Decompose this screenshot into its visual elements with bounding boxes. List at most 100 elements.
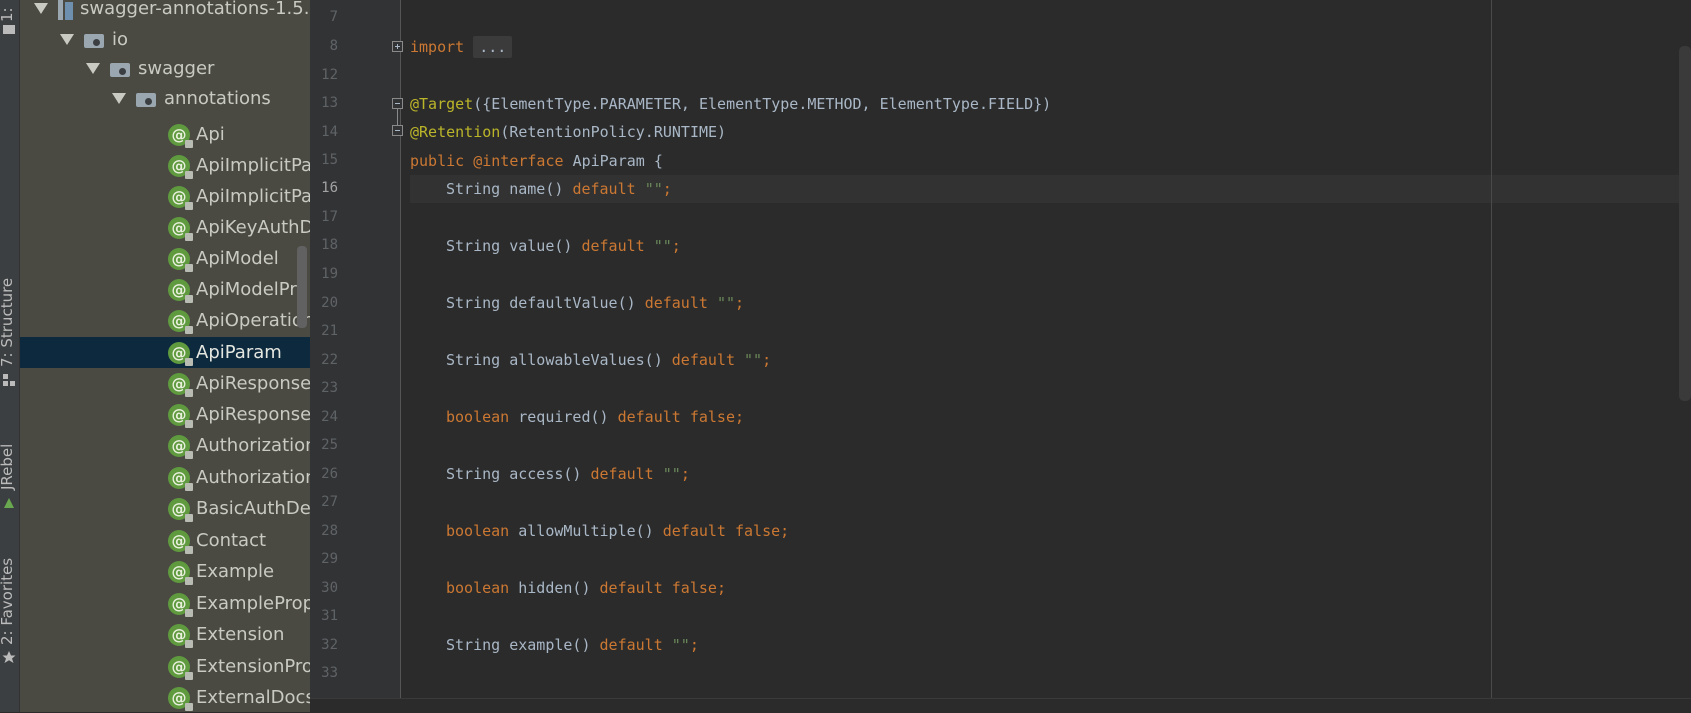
line-number: 8 [329, 38, 338, 54]
tree-item[interactable]: @ Contact [20, 525, 310, 556]
line-number: 31 [321, 608, 338, 624]
tree-item[interactable]: @ ApiImplicitPa [20, 181, 310, 212]
tree-item[interactable]: @ Authorization [20, 462, 310, 493]
line-number: 26 [321, 466, 338, 482]
tree-item[interactable]: @ ApiModelPro [20, 274, 310, 305]
jrebel-tool-label: JRebel [0, 443, 16, 490]
line-number: 12 [321, 67, 338, 83]
line-number: 27 [321, 494, 338, 510]
annotation-icon: @ [168, 497, 193, 522]
annotation-icon: @ [168, 216, 193, 241]
code-editor[interactable]: 7 8 12 13 14 15 16 17 18 19 20 21 22 23 … [310, 0, 1691, 712]
annotation-icon: @ [168, 686, 193, 711]
line-number: 22 [321, 352, 338, 368]
tree-item[interactable]: @ ApiImplicitPa [20, 150, 310, 181]
structure-tool-label: 7: Structure [0, 277, 16, 367]
folded-imports[interactable]: ... [473, 36, 513, 58]
tree-node-label: annotations [164, 88, 271, 109]
line-number: 33 [321, 665, 338, 681]
tree-item[interactable]: @ Extension [20, 619, 310, 650]
expand-arrow-icon[interactable] [86, 63, 100, 74]
code-line: boolean hidden() default false; [446, 579, 726, 597]
tree-node-library[interactable]: swagger-annotations-1.5. [20, 0, 310, 24]
tree-item[interactable]: @ ApiResponse [20, 368, 310, 399]
tree-item[interactable]: @ ApiOperation [20, 305, 310, 336]
tree-item[interactable]: @ ExampleProp [20, 588, 310, 619]
tree-item[interactable]: @ ExternalDocs [20, 682, 310, 712]
jrebel-icon [4, 498, 14, 508]
tool-window-strip: 1: 7: Structure JRebel 2: Favorites [0, 0, 20, 712]
editor-bottom-edge [310, 698, 1691, 713]
line-number: 19 [321, 266, 338, 282]
tree-item-selected[interactable]: @ ApiParam [20, 337, 310, 368]
favorites-tool-button[interactable]: 2: Favorites [0, 540, 19, 670]
annotation-icon: @ [168, 434, 193, 459]
annotation-icon: @ [168, 372, 193, 397]
package-icon [110, 60, 132, 78]
code-line: boolean required() default false; [446, 408, 745, 426]
tree-node-label: io [112, 29, 129, 50]
package-icon [136, 90, 158, 108]
annotation-icon: @ [168, 278, 193, 303]
annotation-icon: @ [168, 466, 193, 491]
tree-item[interactable]: @ ApiKeyAuthD [20, 212, 310, 243]
tree-item[interactable]: @ Authorization [20, 430, 310, 461]
line-number: 25 [321, 437, 338, 453]
fold-collapse-icon[interactable] [392, 125, 403, 136]
tree-node-annotations[interactable]: annotations [20, 83, 310, 114]
expand-arrow-icon[interactable] [34, 3, 48, 14]
tree-scrollbar[interactable] [297, 246, 307, 328]
star-icon [2, 651, 16, 663]
code-line: String example() default ""; [446, 636, 699, 654]
code-line-current: String name() default ""; [410, 175, 1691, 203]
code-line: @Retention(RetentionPolicy.RUNTIME) [410, 123, 727, 141]
right-margin-guide [1491, 0, 1492, 712]
code-line: String value() default ""; [446, 237, 681, 255]
editor-gutter[interactable]: 7 8 12 13 14 15 16 17 18 19 20 21 22 23 … [310, 0, 403, 712]
code-line: @Target({ElementType.PARAMETER, ElementT… [410, 95, 1052, 113]
line-number: 13 [321, 95, 338, 111]
line-number: 17 [321, 209, 338, 225]
fold-collapse-icon[interactable] [392, 98, 403, 109]
annotation-icon: @ [168, 123, 193, 148]
tree-item[interactable]: @ Api [20, 119, 310, 150]
code-line: public @interface ApiParam { [410, 152, 663, 170]
jrebel-tool-button[interactable]: JRebel [0, 410, 19, 510]
annotation-icon: @ [168, 309, 193, 334]
line-number: 20 [321, 295, 338, 311]
code-line: String access() default ""; [446, 465, 690, 483]
tree-item[interactable]: @ ApiModel [20, 243, 310, 274]
annotation-icon: @ [168, 592, 193, 617]
tree-item[interactable]: @ ApiResponses [20, 399, 310, 430]
editor-scrollbar[interactable] [1679, 46, 1691, 401]
tree-node-swagger[interactable]: swagger [20, 53, 310, 84]
line-number-current: 16 [321, 180, 338, 196]
project-tool-button[interactable]: 1: [0, 0, 19, 36]
fold-guide [397, 109, 398, 125]
code-line: String defaultValue() default ""; [446, 294, 745, 312]
line-number: 14 [321, 124, 338, 140]
annotation-icon: @ [168, 403, 193, 428]
code-line: import ... [410, 33, 1691, 61]
expand-arrow-icon[interactable] [60, 34, 74, 45]
annotation-icon: @ [168, 655, 193, 680]
tree-item[interactable]: @ExtensionProp [20, 651, 310, 682]
code-area[interactable]: import ... @Target({ElementType.PARAMETE… [410, 0, 1691, 712]
code-line: boolean allowMultiple() default false; [446, 522, 790, 540]
fold-expand-icon[interactable] [392, 41, 403, 52]
package-icon [84, 31, 106, 49]
annotation-icon: @ [168, 185, 193, 210]
line-number: 29 [321, 551, 338, 567]
tree-node-io[interactable]: io [20, 24, 310, 55]
annotation-icon: @ [168, 529, 193, 554]
expand-arrow-icon[interactable] [112, 93, 126, 104]
code-line: String allowableValues() default ""; [446, 351, 772, 369]
project-tree[interactable]: swagger-annotations-1.5. io swagger anno… [20, 0, 310, 712]
tree-item[interactable]: @ BasicAuthDef [20, 493, 310, 524]
structure-tool-button[interactable]: 7: Structure [0, 270, 19, 390]
annotation-icon: @ [168, 154, 193, 179]
tree-item[interactable]: @ Example [20, 556, 310, 587]
line-number: 32 [321, 637, 338, 653]
line-number: 28 [321, 523, 338, 539]
tree-node-label: swagger [138, 58, 215, 79]
